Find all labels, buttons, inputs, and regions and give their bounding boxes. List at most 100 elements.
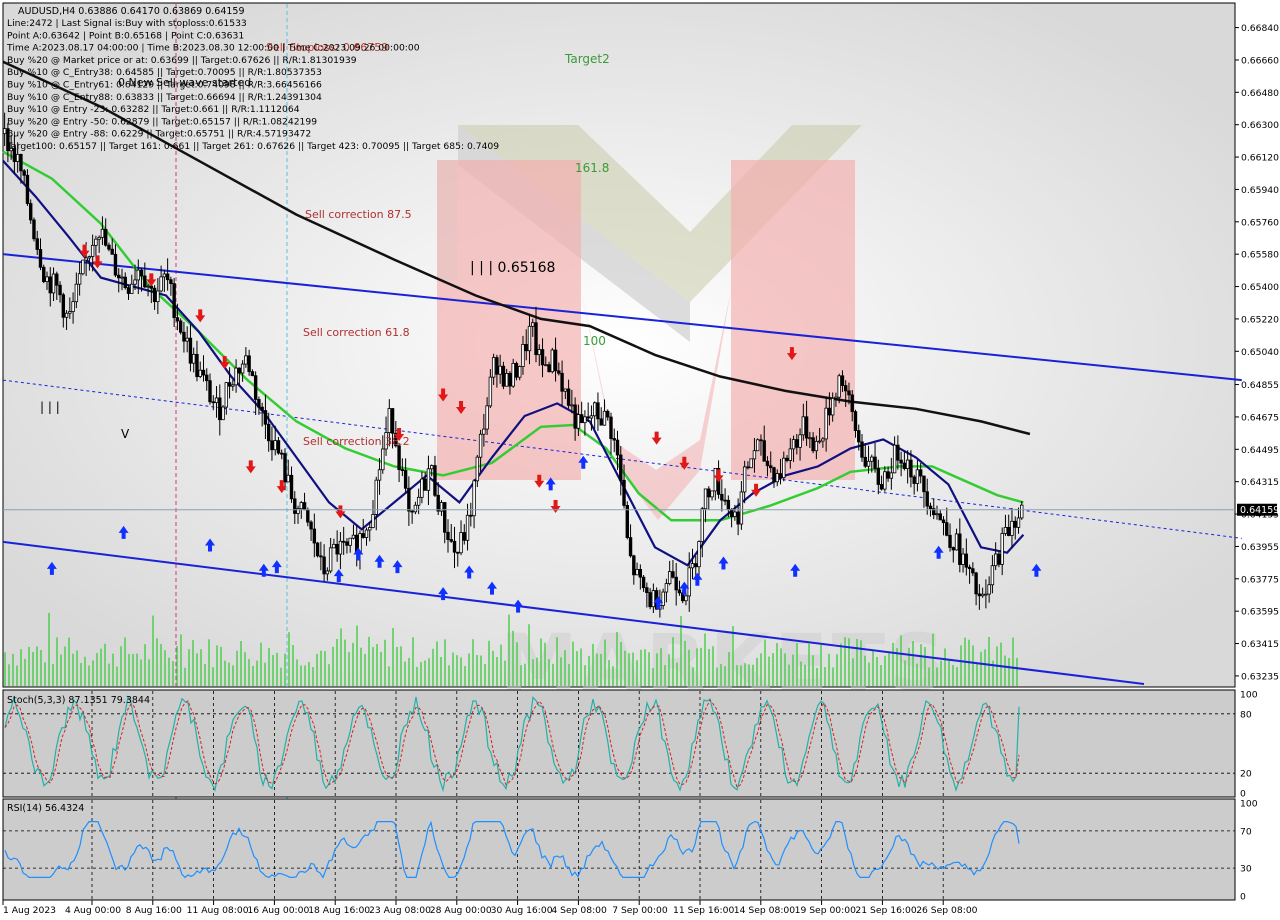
price-tick-label: 0.66480 [1241,88,1279,99]
candle-bull [240,363,245,374]
candle-bear [850,394,854,412]
candle-bear [599,418,603,426]
candle-bear [707,488,711,498]
candle-bear [205,374,209,382]
info-line: Buy %20 @ Entry -50: 0.62879 || Target:0… [7,116,317,127]
candle-bull [234,367,238,386]
candle-bear [863,456,867,467]
time-axis: 1 Aug 2023 4 Aug 00:00 8 Aug 16:00 11 Aug 0… [2,900,978,916]
candle-bear [501,365,506,387]
candle-bear [178,320,183,333]
candle-bull [100,228,105,238]
candle-bull [664,583,669,593]
candle-bull [954,533,959,551]
rsi-tick-label: 100 [1240,799,1258,810]
candle-bear [677,589,682,594]
candle-bull [700,508,704,542]
candle-bear [263,410,268,425]
candle-bear [902,462,907,469]
candle-bull [824,407,828,440]
time-tick-label: 28 Aug 00:00 [430,905,492,916]
candle-bear [579,414,584,424]
candle-bear [345,541,349,546]
candle-bull [733,511,737,517]
candle-bear [175,317,180,322]
candle-bull [837,375,841,398]
candle-bull [570,404,574,407]
candle-bull [830,397,835,416]
candle-bear [606,410,610,418]
candle-bear [860,441,864,458]
candle-bull [94,238,98,246]
rsi-tick-label: 0 [1240,892,1246,903]
candle-bull [77,273,82,285]
candle-bear [938,513,942,521]
candle-bear [948,534,952,548]
candle-bear [107,244,111,250]
sell-correction-382: Sell correction 38.2 [303,435,410,448]
candle-bear [853,411,858,431]
candle-bull [961,553,965,565]
candle-bear [250,371,255,377]
candle-bear [126,287,131,294]
time-tick-label: 1 Aug 2023 [3,905,56,916]
candle-bear [997,553,1001,565]
candle-bull [426,468,431,491]
candle-bull [1000,533,1004,565]
candle-bear [319,555,323,558]
candle-bear [720,493,724,501]
candle-bull [338,540,343,555]
wave-point-label: | | | 0.65168 [470,260,555,276]
candle-bear [840,375,845,386]
candle-bear [407,487,411,512]
candle-bear [1013,520,1017,528]
candle-bull [351,534,356,539]
candle-bull [387,408,392,433]
time-tick-label: 7 Sep 00:00 [612,905,668,916]
candle-bull [198,369,202,377]
price-tick-label: 0.63955 [1241,542,1279,553]
fib-100-label: 100 [583,334,606,348]
symbol-line: AUDUSD,H4 0.63886 0.64170 0.63869 0.6415… [18,6,245,17]
candle-bear [967,566,972,570]
candle-bear [341,540,346,543]
candle-bear [811,437,815,452]
candle-bear [25,174,30,204]
target2-label: Target2 [564,52,610,66]
candle-bear [958,533,962,565]
candle-bull [576,414,581,429]
candle-bear [289,474,294,500]
candle-bull [739,491,744,525]
stoch-tick-label: 100 [1240,690,1258,701]
candle-bear [547,364,551,373]
candle-bear [436,494,440,512]
candle-bear [403,470,408,489]
candle-bull [987,584,991,595]
sell-correction-875: Sell correction 87.5 [305,208,412,221]
candle-bear [540,349,545,366]
candle-bear [671,571,675,578]
candle-bear [462,532,466,541]
candle-bear [1007,526,1011,536]
candle-bear [270,440,274,451]
candle-bull [74,283,79,303]
candle-bear [266,423,271,442]
candle-bull [905,459,910,469]
candle-bull [667,571,672,584]
candle-bear [48,276,52,294]
trading-chart: MARKETS AUDUSD,H4 0.63886 0.64170 0.6386… [2,2,1279,916]
candle-bull [136,269,140,281]
wave-a-label: | | | [40,400,60,414]
info-line: Buy %10 @ C_Entry38: 0.64585 || Target:0… [7,67,322,78]
candle-bear [573,404,577,429]
time-tick-label: 11 Sep 16:00 [673,905,734,916]
candle-bear [609,416,613,439]
candle-bear [123,276,127,289]
candle-bear [42,266,46,283]
candle-bull [544,364,548,367]
price-tick-label: 0.65400 [1241,282,1279,293]
candle-bear [257,399,261,408]
price-tick-label: 0.64315 [1241,477,1279,488]
candle-bull [817,440,822,443]
candle-bull [299,502,303,510]
